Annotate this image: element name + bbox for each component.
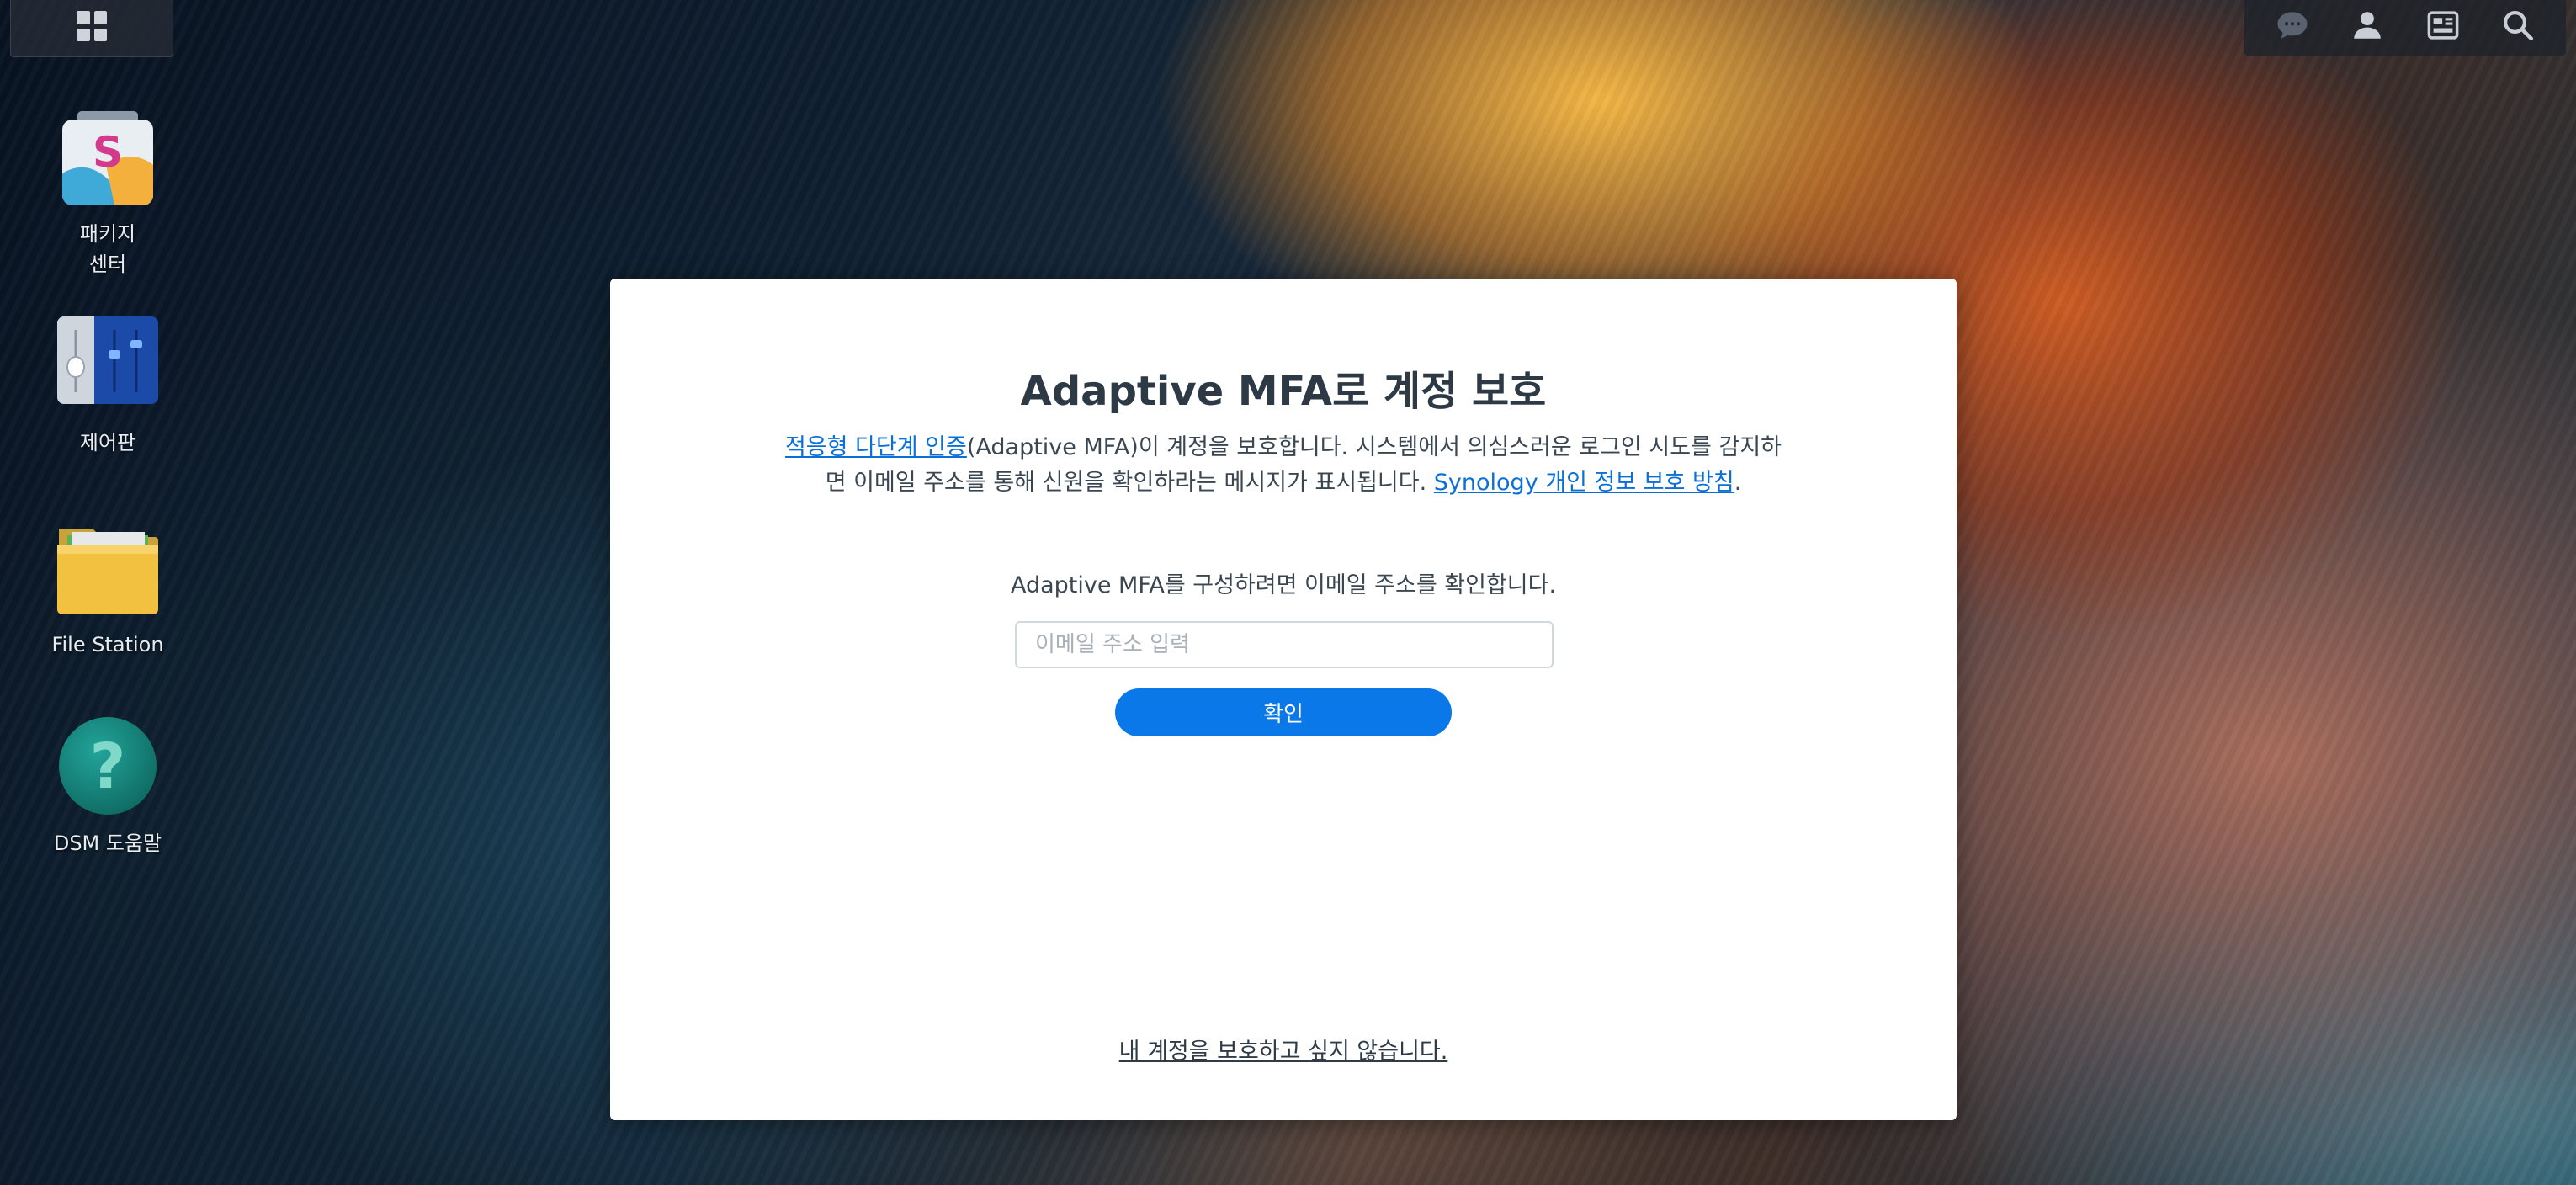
confirm-button[interactable]: 확인 <box>1115 688 1452 736</box>
desktop-icon-package-center[interactable]: S 패키지 센터 <box>32 106 183 279</box>
privacy-policy-link[interactable]: Synology 개인 정보 보호 방침 <box>1434 470 1734 496</box>
main-menu-button[interactable] <box>10 0 173 57</box>
desktop-icon-file-station[interactable]: File Station <box>32 517 183 660</box>
grid-icon <box>77 11 107 41</box>
email-instruction: Adaptive MFA를 구성하려면 이메일 주소를 확인합니다. <box>1010 572 1557 598</box>
description-period: . <box>1734 470 1742 496</box>
control-panel-label: 제어판 <box>79 431 136 454</box>
svg-text:?: ? <box>90 731 126 803</box>
system-tray <box>2244 0 2566 56</box>
desktop-icon-dsm-help[interactable]: ? DSM 도움말 <box>32 715 183 858</box>
control-panel-icon <box>56 315 160 419</box>
skip-protection-link[interactable]: 내 계정을 보호하고 싶지 않습니다. <box>610 1033 1957 1065</box>
widgets-icon[interactable] <box>2421 3 2465 47</box>
adaptive-mfa-dialog: Adaptive MFA로 계정 보호 적응형 다단계 인증(Adaptive … <box>610 279 1957 1120</box>
email-input[interactable] <box>1015 621 1554 668</box>
chat-icon[interactable] <box>2271 3 2314 47</box>
package-center-icon: S <box>56 106 160 210</box>
desktop-icon-control-panel[interactable]: 제어판 <box>32 315 183 458</box>
dialog-description: 적응형 다단계 인증(Adaptive MFA)이 계정을 보호합니다. 시스템… <box>778 430 1788 501</box>
dsm-help-label: DSM 도움말 <box>53 832 162 855</box>
svg-text:S: S <box>93 128 123 177</box>
user-icon[interactable] <box>2345 3 2389 47</box>
package-center-label: 패키지 센터 <box>79 222 136 276</box>
file-station-label: File Station <box>51 633 164 656</box>
folder-icon <box>56 517 160 621</box>
help-icon: ? <box>56 715 160 820</box>
adaptive-mfa-link[interactable]: 적응형 다단계 인증 <box>785 434 967 460</box>
search-icon[interactable] <box>2496 3 2540 47</box>
dialog-title: Adaptive MFA로 계정 보호 <box>1020 368 1547 415</box>
